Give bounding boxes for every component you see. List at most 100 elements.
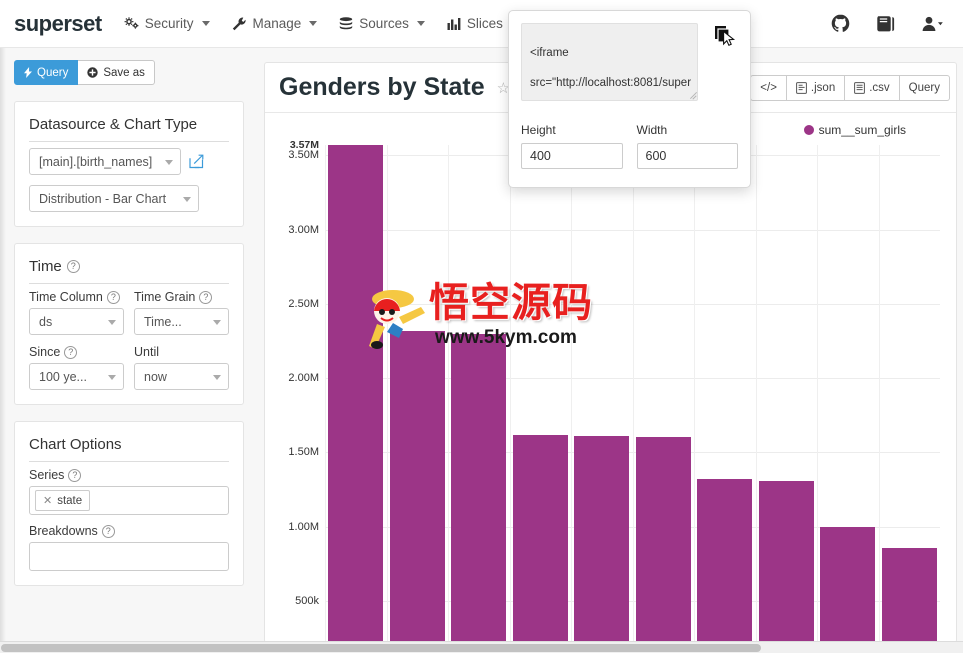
since-select[interactable]: 100 ye... [29,363,124,390]
embed-code-button[interactable]: </> [750,74,787,101]
time-grain-label: Time Grain [134,290,196,304]
file-icon [854,81,866,94]
help-icon[interactable]: ? [106,290,120,304]
github-icon[interactable] [831,14,850,33]
chevron-down-icon [108,319,116,325]
book-icon[interactable] [876,15,895,32]
since-label-wrap: Since ? [29,345,124,359]
width-input[interactable] [636,143,738,169]
y-axis-tick-label: 1.50M [288,446,319,459]
chart-bar[interactable] [574,435,630,642]
export-csv-button[interactable]: .csv [845,74,900,101]
width-field: Width [636,123,738,169]
help-icon[interactable]: ? [64,345,78,359]
series-label-wrap: Series ? [29,468,229,482]
until-label-wrap: Until [134,345,229,359]
chart-options-title: Chart Options [29,436,229,462]
embed-textarea-wrap [521,23,738,106]
chart-bar[interactable] [820,526,876,642]
bar-chart-plot: 3.57M 3.50M 3.00M 2.50M 2.00M 1.50M 1.00M 500k [265,113,956,642]
chart-options-panel: Chart Options Series ? ✕ state Breakdown… [14,421,244,586]
chart-vertical-gridline [387,145,388,642]
chart-vertical-gridline [571,145,572,642]
time-column-label-wrap: Time Column ? [29,290,124,304]
chart-type-select[interactable]: Distribution - Bar Chart [29,185,199,212]
view-query-button[interactable]: Query [899,74,950,101]
datasource-chart-type-panel: Datasource & Chart Type [main].[birth_na… [14,101,244,227]
breakdowns-input[interactable] [29,542,229,571]
since-field: Since ? 100 ye... [29,345,124,390]
nav-item-slices[interactable]: Slices [447,16,503,31]
run-query-button[interactable]: Query [14,60,79,85]
chart-bar[interactable] [635,436,691,642]
copy-icon[interactable] [714,25,738,54]
export-json-button[interactable]: .json [786,74,846,101]
help-icon[interactable]: ? [68,468,82,482]
brand-logo[interactable]: superset [14,11,102,37]
help-icon[interactable]: ? [101,524,115,538]
embed-code-textarea[interactable] [521,23,698,101]
height-field: Height [521,123,623,169]
database-icon [339,16,353,31]
chart-bar[interactable] [389,330,445,642]
nav-item-manage[interactable]: Manage [232,16,318,31]
scrollbar-thumb[interactable] [1,644,761,652]
chevron-down-icon [201,21,210,26]
time-grain-label-wrap: Time Grain ? [134,290,229,304]
bolt-icon [24,67,32,78]
time-column-select[interactable]: ds [29,308,124,335]
plot-area: 3.57M 3.50M 3.00M 2.50M 2.00M 1.50M 1.00M 500k [288,139,940,642]
until-select[interactable]: now [134,363,229,390]
height-input[interactable] [521,143,623,169]
chevron-down-icon [309,21,318,26]
time-panel-title: Time ? [29,258,229,284]
save-as-button[interactable]: Save as [78,60,155,85]
remove-tag-icon[interactable]: ✕ [43,494,52,507]
file-icon [796,81,807,94]
chart-bar[interactable] [328,145,384,642]
user-icon[interactable] [921,16,943,32]
edit-icon[interactable] [189,154,204,169]
chevron-down-icon [165,159,173,165]
chart-bar[interactable] [758,481,814,642]
datasource-panel-title: Datasource & Chart Type [29,116,229,142]
help-icon[interactable]: ? [66,260,80,273]
chart-bar[interactable] [881,548,937,642]
chart-vertical-gridline [325,145,326,642]
series-tag[interactable]: ✕ state [35,490,91,511]
until-field: Until now [134,345,229,390]
until-value: now [144,369,167,384]
breakdowns-label-wrap: Breakdowns ? [29,524,229,538]
page-title: Genders by State [279,73,485,101]
chevron-down-icon [416,21,425,26]
series-tag-label: state [57,494,83,507]
chart-vertical-gridline [448,145,449,642]
superset-explore-page: superset Security Manage Sources Slices … [0,0,963,653]
chart-body: sum__sum_girls 3.57M 3.50M 3.00M 2.50M 2.00M… [265,113,956,642]
time-grain-select[interactable]: Time... [134,308,229,335]
horizontal-scrollbar[interactable] [0,641,963,653]
until-label: Until [134,345,160,359]
bar-chart-icon [447,17,461,30]
chart-bar[interactable] [697,479,753,642]
chart-vertical-gridline [756,145,757,642]
chart-bar[interactable] [512,434,568,642]
series-input[interactable]: ✕ state [29,486,229,515]
nav-label-slices: Slices [466,16,503,31]
time-title-text: Time [29,258,62,275]
chart-bar[interactable] [451,333,507,642]
view-query-label: Query [908,81,940,94]
since-label: Since [29,345,61,359]
datasource-row: [main].[birth_names] [29,148,229,175]
datasource-select[interactable]: [main].[birth_names] [29,148,181,175]
nav-item-security[interactable]: Security [124,16,210,31]
nav-label-sources: Sources [359,16,409,31]
chart-vertical-gridline [817,145,818,642]
help-icon[interactable]: ? [199,290,213,304]
nav-item-sources[interactable]: Sources [339,16,425,31]
y-axis-tick-label: 500k [295,594,319,607]
chevron-down-icon [213,374,221,380]
chart-vertical-gridline [879,145,880,642]
y-axis-tick-label: 3.50M [288,149,319,162]
time-row-1: Time Column ? ds Time Grain ? Time... [29,290,229,335]
